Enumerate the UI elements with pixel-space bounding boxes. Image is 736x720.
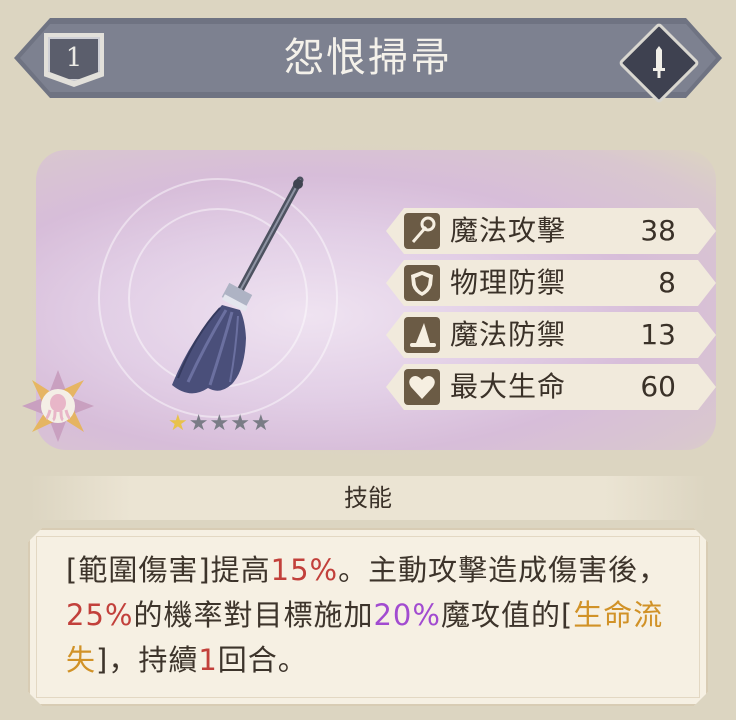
heart-icon xyxy=(404,369,440,405)
stat-label: 最大生命 xyxy=(450,370,567,403)
skill-text: [範圍傷害]提高 xyxy=(66,553,271,587)
skill-title: 技能 xyxy=(344,484,392,512)
skill-text: ]，持續 xyxy=(96,643,199,677)
stat-value: 13 xyxy=(640,318,676,351)
octopus-emblem-icon xyxy=(22,370,94,442)
star-empty-icon: ★ xyxy=(209,411,230,436)
stat-label: 魔法防禦 xyxy=(450,318,567,351)
stat-label: 魔法攻擊 xyxy=(450,214,567,247)
stat-value: 38 xyxy=(640,214,676,247)
star-empty-icon: ★ xyxy=(250,411,271,436)
star-empty-icon: ★ xyxy=(230,411,250,436)
skill-text: 回合。 xyxy=(217,643,308,677)
skill-highlight: 1 xyxy=(198,643,218,677)
stat-row-max-hp: 最大生命 60 xyxy=(386,364,716,410)
sword-icon xyxy=(630,34,688,92)
stat-value: 8 xyxy=(658,266,676,299)
star-rating: ★ ★ ★ ★ ★ xyxy=(168,412,271,436)
skill-highlight: 15% xyxy=(270,553,339,587)
shield-icon xyxy=(404,265,440,301)
stat-value: 60 xyxy=(640,370,676,403)
wand-icon xyxy=(404,213,440,249)
witch-hat-icon xyxy=(404,317,440,353)
stat-row-physical-defense: 物理防禦 8 xyxy=(386,260,716,306)
skill-highlight: 20% xyxy=(373,598,441,632)
star-empty-icon: ★ xyxy=(188,411,209,436)
skill-description: [範圍傷害]提高15%。主動攻擊造成傷害後， 25%的機率對目標施加20%魔攻值的… xyxy=(66,548,686,683)
skill-text: 。主動攻擊造成傷害後， xyxy=(338,553,669,587)
star-filled-icon: ★ xyxy=(168,411,188,436)
stat-row-magic-attack: 魔法攻擊 38 xyxy=(386,208,716,254)
skill-text: 魔攻值的[ xyxy=(440,598,574,632)
skill-text: 的機率對目標施加 xyxy=(133,598,374,632)
stat-label: 物理防禦 xyxy=(450,266,567,299)
skill-highlight: 25% xyxy=(66,598,134,632)
stat-row-magic-defense: 魔法防禦 13 xyxy=(386,312,716,358)
broom-image xyxy=(172,176,304,394)
